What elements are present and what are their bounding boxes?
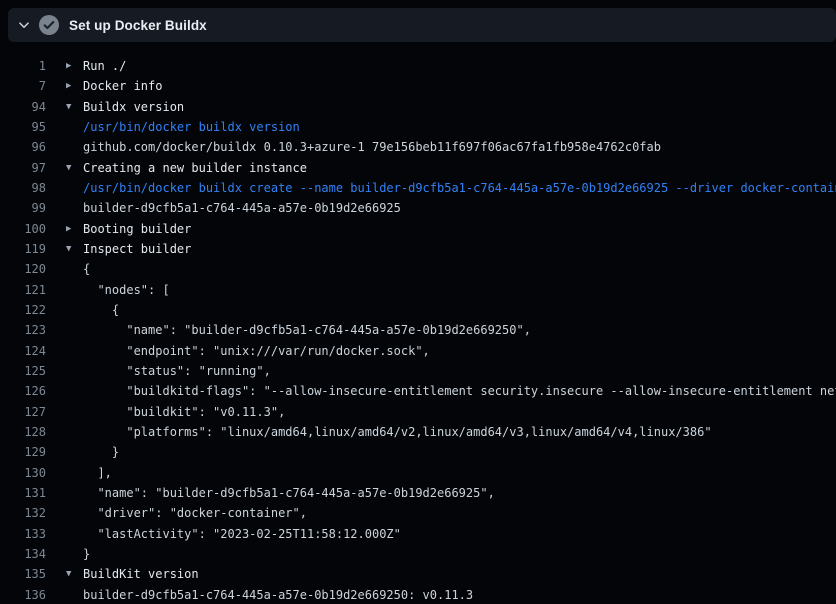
line-text: "platforms": "linux/amd64,linux/amd64/v2… [83, 425, 712, 439]
log-line: 132 "driver": "docker-container", [0, 503, 836, 523]
triangle-down-icon: ▼ [66, 163, 83, 173]
line-text: Buildx version [83, 100, 184, 114]
log-viewer: 1▶Run ./7▶Docker info94▼Buildx version95… [0, 47, 836, 604]
log-line: 121 "nodes": [ [0, 280, 836, 300]
log-line: 131 "name": "builder-d9cfb5a1-c764-445a-… [0, 483, 836, 503]
log-line: 98/usr/bin/docker buildx create --name b… [0, 178, 836, 198]
line-text: "nodes": [ [83, 283, 170, 297]
line-text: Run ./ [83, 59, 126, 73]
line-number[interactable]: 95 [0, 120, 46, 134]
line-number[interactable]: 126 [0, 384, 46, 398]
line-number[interactable]: 125 [0, 364, 46, 378]
log-group-line[interactable]: 119 ▼Inspect builder [0, 239, 836, 259]
line-number[interactable]: 124 [0, 344, 46, 358]
line-number[interactable]: 1 [0, 59, 46, 73]
line-text: builder-d9cfb5a1-c764-445a-a57e-0b19d2e6… [83, 201, 401, 215]
line-text: "name": "builder-d9cfb5a1-c764-445a-a57e… [83, 323, 531, 337]
log-line: 126 "buildkitd-flags": "--allow-insecure… [0, 381, 836, 401]
log-group-line[interactable]: 97 ▼Creating a new builder instance [0, 158, 836, 178]
line-number[interactable]: 99 [0, 201, 46, 215]
log-line: 123 "name": "builder-d9cfb5a1-c764-445a-… [0, 320, 836, 340]
line-text: } [83, 547, 90, 561]
line-text: "status": "running", [83, 364, 271, 378]
step-title: Set up Docker Buildx [69, 18, 207, 33]
triangle-right-icon: ▶ [66, 224, 83, 234]
log-line: 120 { [0, 259, 836, 279]
line-text: } [83, 445, 119, 459]
log-line: 133 "lastActivity": "2023-02-25T11:58:12… [0, 524, 836, 544]
line-text: builder-d9cfb5a1-c764-445a-a57e-0b19d2e6… [83, 588, 473, 602]
line-text: github.com/docker/buildx 0.10.3+azure-1 … [83, 140, 661, 154]
line-text: Docker info [83, 79, 162, 93]
line-number[interactable]: 120 [0, 262, 46, 276]
log-group-line[interactable]: 1 ▶Run ./ [0, 56, 836, 76]
line-number[interactable]: 128 [0, 425, 46, 439]
log-line: 95/usr/bin/docker buildx version [0, 117, 836, 137]
log-line: 136 builder-d9cfb5a1-c764-445a-a57e-0b19d… [0, 585, 836, 604]
line-number[interactable]: 97 [0, 161, 46, 175]
line-number[interactable]: 132 [0, 506, 46, 520]
line-number[interactable]: 121 [0, 283, 46, 297]
chevron-down-icon[interactable] [18, 19, 30, 31]
log-line: 128 "platforms": "linux/amd64,linux/amd6… [0, 422, 836, 442]
line-text: "endpoint": "unix:///var/run/docker.sock… [83, 344, 430, 358]
triangle-right-icon: ▶ [66, 61, 83, 71]
log-group-line[interactable]: 7 ▶Docker info [0, 76, 836, 96]
line-number[interactable]: 94 [0, 100, 46, 114]
check-circle-icon [39, 15, 59, 35]
log-line: 130 ], [0, 463, 836, 483]
line-number[interactable]: 100 [0, 222, 46, 236]
line-text: "buildkit": "v0.11.3", [83, 405, 285, 419]
log-line: 129 } [0, 442, 836, 462]
line-number[interactable]: 7 [0, 79, 46, 93]
line-text: ], [83, 466, 112, 480]
log-group-line[interactable]: 100 ▶Booting builder [0, 219, 836, 239]
line-number[interactable]: 96 [0, 140, 46, 154]
log-line: 125 "status": "running", [0, 361, 836, 381]
line-text: Booting builder [83, 222, 191, 236]
line-text: "buildkitd-flags": "--allow-insecure-ent… [83, 384, 836, 398]
triangle-right-icon: ▶ [66, 81, 83, 91]
line-number[interactable]: 136 [0, 588, 46, 602]
log-line: 124 "endpoint": "unix:///var/run/docker.… [0, 341, 836, 361]
line-text: Inspect builder [83, 242, 191, 256]
line-text: "name": "builder-d9cfb5a1-c764-445a-a57e… [83, 486, 495, 500]
log-lines: 1▶Run ./7▶Docker info94▼Buildx version95… [0, 56, 836, 604]
log-group-line[interactable]: 94 ▼Buildx version [0, 97, 836, 117]
line-number[interactable]: 127 [0, 405, 46, 419]
line-number[interactable]: 123 [0, 323, 46, 337]
line-number[interactable]: 130 [0, 466, 46, 480]
line-number[interactable]: 129 [0, 445, 46, 459]
line-text: /usr/bin/docker buildx version [83, 120, 300, 134]
line-text: "lastActivity": "2023-02-25T11:58:12.000… [83, 527, 401, 541]
triangle-down-icon: ▼ [66, 102, 83, 112]
log-line: 127 "buildkit": "v0.11.3", [0, 402, 836, 422]
line-text: Creating a new builder instance [83, 161, 307, 175]
line-number[interactable]: 135 [0, 567, 46, 581]
log-line: 99 builder-d9cfb5a1-c764-445a-a57e-0b19d2… [0, 198, 836, 218]
log-group-line[interactable]: 135 ▼BuildKit version [0, 564, 836, 584]
step-header[interactable]: Set up Docker Buildx [8, 8, 836, 42]
line-text: "driver": "docker-container", [83, 506, 307, 520]
log-line: 96 github.com/docker/buildx 0.10.3+azure-… [0, 137, 836, 157]
line-text: /usr/bin/docker buildx create --name bui… [83, 181, 836, 195]
log-line: 134} [0, 544, 836, 564]
line-number[interactable]: 119 [0, 242, 46, 256]
line-number[interactable]: 122 [0, 303, 46, 317]
line-number[interactable]: 131 [0, 486, 46, 500]
log-line: 122 { [0, 300, 836, 320]
line-text: { [83, 262, 90, 276]
line-number[interactable]: 134 [0, 547, 46, 561]
triangle-down-icon: ▼ [66, 244, 83, 254]
line-text: { [83, 303, 119, 317]
line-text: BuildKit version [83, 567, 199, 581]
triangle-down-icon: ▼ [66, 569, 83, 579]
line-number[interactable]: 98 [0, 181, 46, 195]
line-number[interactable]: 133 [0, 527, 46, 541]
